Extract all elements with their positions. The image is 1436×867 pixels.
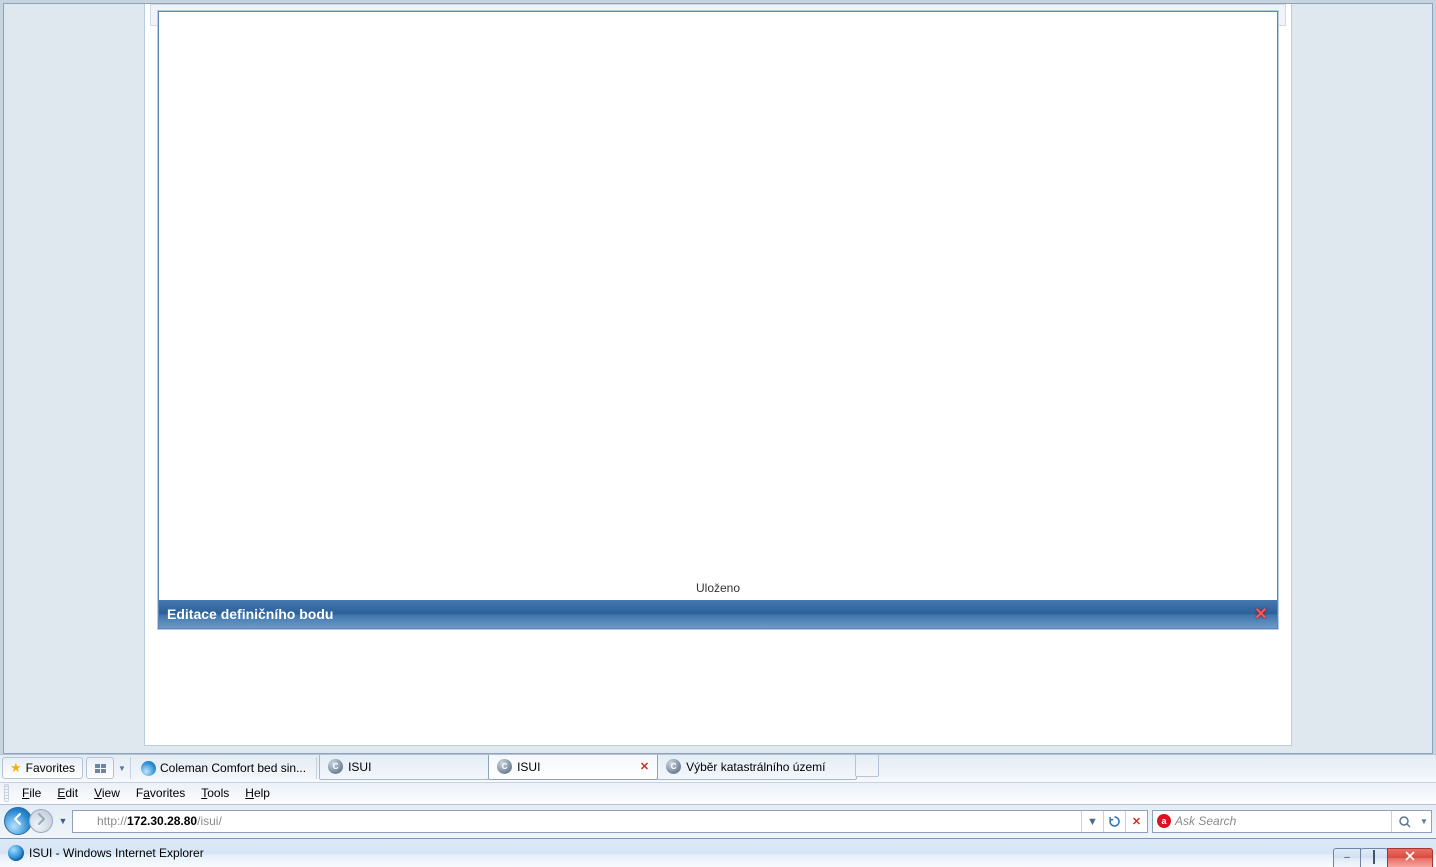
modal-status: Uloženo xyxy=(159,576,1277,600)
site-icon xyxy=(73,815,95,829)
tab-icon: C xyxy=(328,760,343,775)
star-icon: ★ xyxy=(10,761,22,777)
menu-bar: File Edit View Favorites Tools Help xyxy=(0,782,1436,804)
modal-editace: Editace definičního bodu ✕ Uloženo xyxy=(158,11,1278,629)
search-placeholder: Ask Search xyxy=(1175,815,1391,829)
search-go-button[interactable] xyxy=(1391,811,1417,832)
ie-globe-icon xyxy=(8,845,24,861)
address-text[interactable]: http://172.30.28.80/isui/ xyxy=(95,815,1081,829)
tab-label: Výběr katastrálního území xyxy=(686,760,825,774)
search-box[interactable]: a Ask Search ▼ xyxy=(1152,810,1432,833)
navigation-bar: ▼ http://172.30.28.80/isui/ ▼ ✕ a Ask Se… xyxy=(0,804,1436,838)
tab-icon: C xyxy=(497,760,512,775)
window-titlebar: ISUI - Windows Internet Explorer – xyxy=(0,838,1436,867)
separator xyxy=(316,758,317,780)
tab-label: ISUI xyxy=(348,760,371,774)
quick-tabs-button[interactable] xyxy=(86,758,114,780)
content-viewport: Editace definičního bodu ✕ Uloženo xyxy=(3,3,1433,754)
maximize-button[interactable] xyxy=(1360,848,1388,867)
stop-button[interactable]: ✕ xyxy=(1125,811,1147,832)
menu-file[interactable]: File xyxy=(14,785,49,803)
back-button[interactable] xyxy=(4,808,32,836)
modal-close-icon[interactable]: ✕ xyxy=(1253,606,1269,622)
search-provider-icon: a xyxy=(1153,815,1175,829)
window-close-button[interactable] xyxy=(1387,848,1433,867)
menu-help[interactable]: Help xyxy=(237,785,278,803)
nav-history-dropdown[interactable]: ▼ xyxy=(56,810,70,834)
new-tab-button[interactable] xyxy=(855,755,879,777)
refresh-button[interactable] xyxy=(1103,811,1125,832)
menu-tools[interactable]: Tools xyxy=(193,785,237,803)
favorites-button[interactable]: ★ Favorites xyxy=(2,758,83,780)
window-title: ISUI - Windows Internet Explorer xyxy=(29,846,204,860)
tab-isui-1[interactable]: C ISUI xyxy=(319,755,489,780)
search-dropdown[interactable]: ▼ xyxy=(1417,817,1431,826)
favorite-link-coleman[interactable]: Coleman Comfort bed sin... xyxy=(133,758,314,780)
modal-header[interactable]: Editace definičního bodu ✕ xyxy=(159,600,1277,628)
menu-favorites[interactable]: Favorites xyxy=(128,785,193,803)
toolbar-grip[interactable] xyxy=(4,785,9,803)
menu-edit[interactable]: Edit xyxy=(49,785,86,803)
tab-close-icon[interactable]: ✕ xyxy=(640,761,649,774)
quick-tabs-dropdown[interactable]: ▼ xyxy=(116,764,128,773)
globe-icon xyxy=(77,815,91,829)
tab-icon: C xyxy=(666,760,681,775)
address-bar[interactable]: http://172.30.28.80/isui/ ▼ ✕ xyxy=(72,810,1148,833)
address-dropdown[interactable]: ▼ xyxy=(1081,811,1103,832)
minimize-button[interactable]: – xyxy=(1333,848,1361,867)
tab-isui-2[interactable]: C ISUI ✕ xyxy=(488,755,658,780)
globe-icon xyxy=(141,761,156,776)
tab-label: ISUI xyxy=(517,760,540,774)
favorites-tabs-bar: ★ Favorites ▼ Coleman Comfort bed sin...… xyxy=(0,754,1436,782)
separator xyxy=(130,758,131,780)
modal-title: Editace definičního bodu xyxy=(167,606,333,622)
menu-view[interactable]: View xyxy=(86,785,128,803)
tab-vyber[interactable]: C Výběr katastrálního území xyxy=(657,755,857,780)
forward-button[interactable] xyxy=(29,810,53,834)
favorite-link-label: Coleman Comfort bed sin... xyxy=(160,762,306,776)
favorites-label: Favorites xyxy=(26,762,75,776)
